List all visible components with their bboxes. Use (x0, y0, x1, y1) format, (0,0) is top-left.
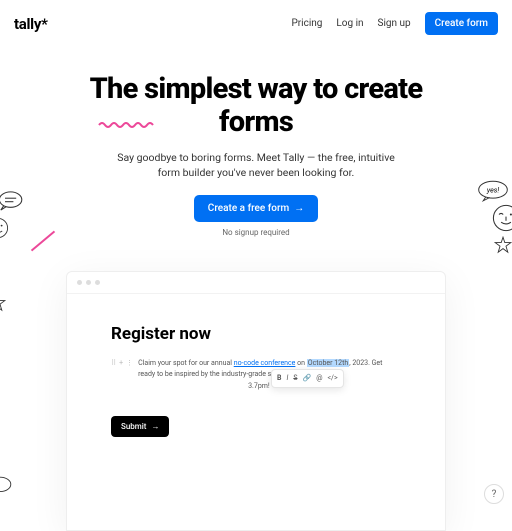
cta-label: Create a free form (208, 203, 289, 214)
window-dot-icon (95, 280, 100, 285)
submit-label: Submit (121, 422, 146, 431)
form-body-text[interactable]: ⠿ + ⋮ Claim your spot for our annual no-… (111, 358, 401, 392)
italic-button[interactable]: I (286, 373, 288, 384)
code-button[interactable]: </> (328, 373, 338, 384)
inline-link[interactable]: no-code conference (234, 359, 296, 367)
help-button[interactable]: ? (484, 484, 504, 504)
star-doodle-icon (0, 294, 6, 312)
yes-bubble-doodle-icon: yes! (477, 180, 510, 202)
drag-handle-icon[interactable]: ⠿ (111, 358, 116, 369)
highlighted-text[interactable]: October 12th (307, 359, 349, 367)
nav-signup[interactable]: Sign up (378, 18, 411, 29)
add-block-icon[interactable]: + (119, 358, 123, 369)
submit-button[interactable]: Submit → (111, 416, 169, 437)
window-dot-icon (77, 280, 82, 285)
window-controls (67, 272, 445, 294)
nav-pricing[interactable]: Pricing (291, 18, 322, 29)
arrow-right-icon: → (294, 203, 304, 214)
arrow-right-icon: → (151, 422, 159, 431)
svg-text:yes!: yes! (486, 185, 499, 194)
no-signup-note: No signup required (60, 228, 452, 237)
face-doodle-icon (0, 217, 9, 239)
speech-bubble-doodle-icon (0, 191, 26, 212)
star-doodle-icon (494, 236, 512, 254)
cta-button[interactable]: Create a free form → (194, 195, 318, 222)
link-button[interactable]: 🔗 (302, 373, 311, 384)
form-title[interactable]: Register now (111, 324, 401, 344)
brand-logo[interactable]: tally* (14, 15, 48, 33)
strike-button[interactable]: S (293, 373, 297, 384)
mention-button[interactable]: @ (316, 373, 322, 384)
text-format-toolbar: B I S 🔗 @ </> (271, 369, 344, 388)
hero: The simplest way to create forms Say goo… (0, 47, 512, 251)
form-preview-window: Register now ⠿ + ⋮ Claim your spot for o… (66, 271, 446, 531)
wink-face-doodle-icon (492, 204, 512, 232)
bold-button[interactable]: B (277, 373, 281, 384)
top-nav: Pricing Log in Sign up Create form (291, 12, 498, 35)
squiggle-underline-icon (98, 120, 158, 130)
window-dot-icon (86, 280, 91, 285)
create-form-button[interactable]: Create form (425, 12, 498, 35)
nav-login[interactable]: Log in (336, 18, 363, 29)
hero-subtitle: Say goodbye to boring forms. Meet Tally … (116, 150, 396, 182)
bubble-doodle-icon (0, 476, 12, 494)
block-menu-icon[interactable]: ⋮ (126, 358, 133, 369)
